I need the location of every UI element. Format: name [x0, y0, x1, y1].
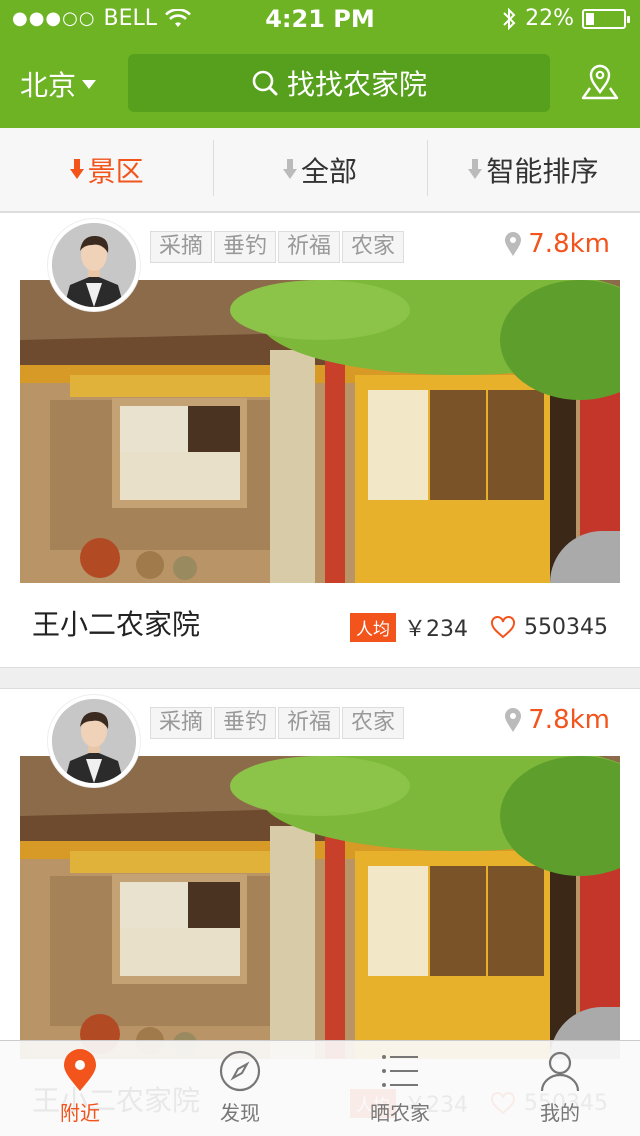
tab-label: 附近: [60, 1101, 100, 1125]
avatar[interactable]: [48, 695, 140, 787]
search-bar[interactable]: 找找农家院: [128, 54, 550, 112]
tab-me[interactable]: 我的: [480, 1041, 640, 1136]
tag: 祈福: [278, 231, 341, 263]
avatar[interactable]: [48, 219, 140, 311]
search-icon: [252, 70, 278, 96]
tag: 垂钓: [214, 231, 277, 263]
location-pin-icon[interactable]: [580, 62, 620, 102]
filter-label: 智能排序: [486, 154, 599, 188]
city-selector[interactable]: 北京: [20, 64, 97, 104]
tab-bar: 附近 发现 晒农家 我的: [0, 1040, 640, 1136]
top-bar: ●●●○○ BELL 4:21 PM 22% 北京 找找农家院: [0, 0, 640, 128]
arrow-down-icon: [69, 158, 84, 181]
search-placeholder: 找找农家院: [286, 68, 427, 101]
tag: 采摘: [150, 707, 213, 739]
filter-scenic-area[interactable]: 景区: [0, 128, 213, 211]
tag-list: 采摘 垂钓 祈福 农家: [150, 231, 405, 263]
compass-icon: [219, 1050, 261, 1092]
location-pin-icon: [64, 1049, 96, 1091]
distance-value: 7.8km: [528, 705, 610, 735]
distance-value: 7.8km: [528, 229, 610, 259]
price: ￥234: [404, 617, 469, 642]
user-icon: [540, 1051, 580, 1092]
tab-label: 晒农家: [370, 1101, 430, 1125]
tag: 农家: [342, 231, 405, 263]
status-bar: ●●●○○ BELL 4:21 PM 22%: [0, 0, 640, 40]
tag: 垂钓: [214, 707, 277, 739]
location-pin-icon: [505, 708, 522, 732]
battery-icon: [582, 8, 630, 29]
tag: 采摘: [150, 231, 213, 263]
battery-percent: 22%: [525, 6, 574, 31]
tab-label: 我的: [540, 1101, 580, 1125]
tag: 祈福: [278, 707, 341, 739]
farmhouse-photo[interactable]: [20, 756, 620, 1059]
distance: 7.8km: [504, 229, 610, 259]
city-label: 北京: [20, 69, 77, 102]
arrow-down-icon: [468, 158, 483, 181]
tab-nearby[interactable]: 附近: [0, 1041, 160, 1136]
filter-label: 全部: [300, 154, 357, 188]
tab-label: 发现: [220, 1101, 260, 1125]
filter-smart-sort[interactable]: 智能排序: [426, 128, 640, 211]
filter-bar: 景区 全部 智能排序: [0, 128, 640, 212]
caret-down-icon: [82, 79, 97, 89]
heart-icon[interactable]: [490, 615, 516, 639]
bluetooth-icon: [503, 7, 516, 30]
tab-discover[interactable]: 发现: [160, 1041, 320, 1136]
listing-meta: 人均 ￥234 550345: [350, 611, 608, 643]
farmhouse-photo[interactable]: [20, 280, 620, 583]
per-capita-badge: 人均: [350, 612, 397, 642]
list-icon: [382, 1055, 418, 1087]
tag-list: 采摘 垂钓 祈福 农家: [150, 707, 405, 739]
distance: 7.8km: [504, 705, 610, 735]
listing-card[interactable]: 采摘垂钓祈福农家 7.8km 王小二农家院 人均 ￥234: [0, 212, 640, 668]
arrow-down-icon: [282, 158, 297, 181]
tab-share-farmhouse[interactable]: 晒农家: [320, 1041, 480, 1136]
location-pin-icon: [505, 232, 522, 256]
filter-label: 景区: [87, 154, 144, 188]
tag: 农家: [342, 707, 405, 739]
like-count: 550345: [524, 614, 608, 640]
farmhouse-name[interactable]: 王小二农家院: [32, 603, 200, 643]
filter-all[interactable]: 全部: [213, 128, 426, 211]
